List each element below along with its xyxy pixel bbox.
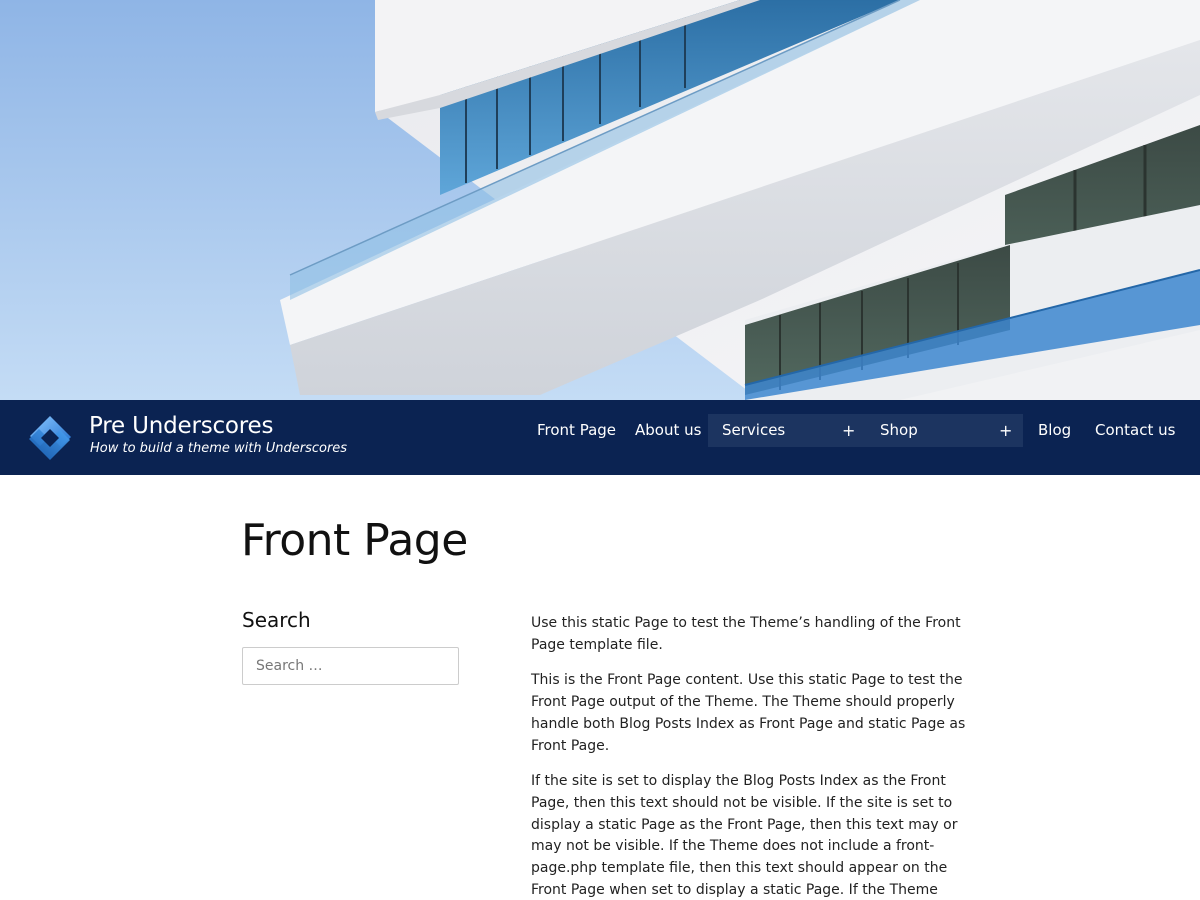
nav-item-label: About us	[635, 421, 702, 439]
nav-item-blog[interactable]: Blog	[1038, 414, 1078, 447]
nav-item-about-us[interactable]: About us	[635, 414, 705, 447]
nav-item-label: Front Page	[537, 421, 617, 439]
nav-item-front-page[interactable]: Front Page	[537, 414, 616, 447]
entry-content: Use this static Page to test the Theme’s…	[531, 613, 971, 900]
nav-item-contact-us[interactable]: Contact us	[1095, 414, 1175, 447]
nav-item-label: Shop	[880, 421, 918, 439]
nav-item-label: Contact us	[1095, 421, 1176, 439]
search-widget-title: Search	[242, 608, 311, 632]
expand-submenu-icon[interactable]: +	[999, 414, 1012, 447]
nav-item-label: Services	[722, 421, 786, 439]
nav-item-shop[interactable]: Shop +	[865, 414, 1023, 447]
content-paragraph: If the site is set to display the Blog P…	[531, 773, 958, 898]
site-header: Pre Underscores How to build a theme wit…	[0, 400, 1200, 475]
nav-item-label: Blog	[1038, 421, 1072, 439]
search-input[interactable]	[242, 647, 459, 685]
content-paragraph: This is the Front Page content. Use this…	[531, 672, 966, 754]
page-title: Front Page	[241, 515, 468, 566]
expand-submenu-icon[interactable]: +	[842, 414, 855, 447]
site-description: How to build a theme with Underscores	[90, 441, 348, 456]
site-title[interactable]: Pre Underscores	[89, 413, 273, 439]
content-paragraph: Use this static Page to test the Theme’s…	[531, 615, 961, 653]
diamond-logo-icon[interactable]	[26, 414, 74, 462]
header-image	[0, 0, 1200, 400]
nav-item-services[interactable]: Services +	[708, 414, 865, 447]
building-photo	[0, 0, 1200, 400]
